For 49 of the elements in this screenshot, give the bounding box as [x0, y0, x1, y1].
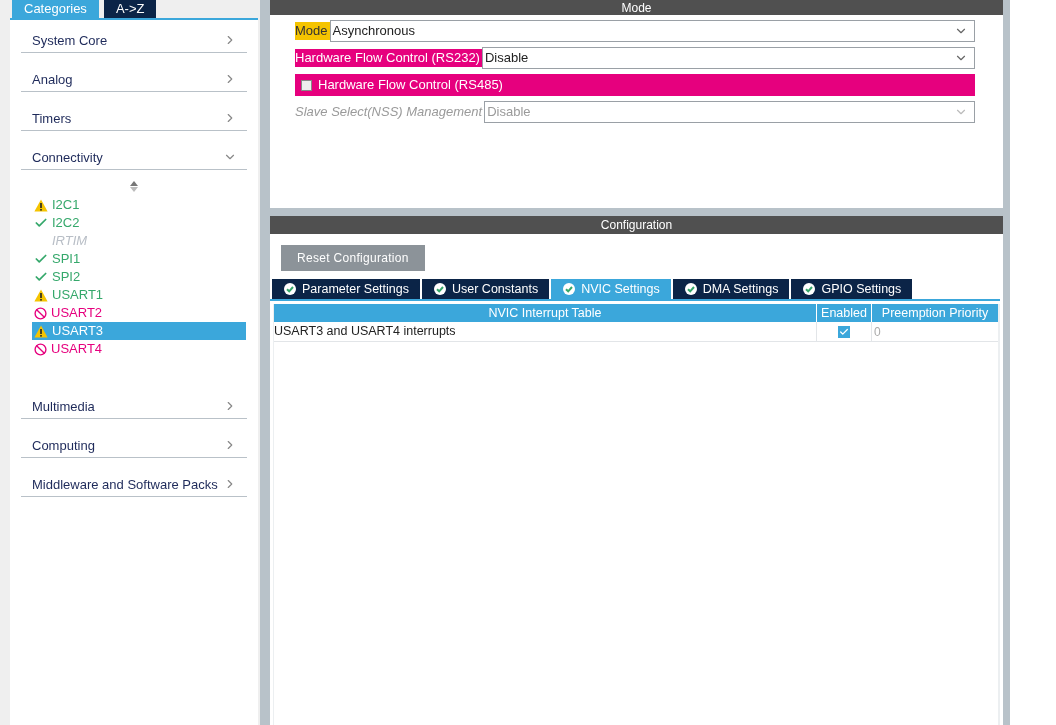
settings-tab[interactable]: Parameter Settings: [272, 279, 420, 299]
check-icon: [34, 270, 48, 284]
checkbox[interactable]: [838, 325, 850, 338]
sidebar-tab[interactable]: A->Z: [103, 0, 157, 18]
category-item[interactable]: Middleware and Software Packs: [21, 458, 247, 497]
category-label: Connectivity: [32, 149, 103, 167]
checkbox-row[interactable]: Hardware Flow Control (RS485): [295, 74, 975, 96]
check-circle-icon: [803, 283, 816, 295]
sort-icon: [130, 181, 138, 192]
column-header: NVIC Interrupt Table: [274, 304, 816, 322]
prohibited-icon: [34, 306, 47, 320]
check-circle-icon: [434, 283, 446, 295]
settings-tab[interactable]: User Constants: [422, 279, 550, 299]
settings-tab[interactable]: GPIO Settings: [791, 279, 913, 299]
settings-tab[interactable]: DMA Settings: [672, 279, 790, 299]
field-label: Slave Select(NSS) Management: [295, 103, 484, 121]
category-label: Timers: [32, 110, 72, 128]
field-label: Hardware Flow Control (RS232): [295, 49, 482, 67]
table-cell: USART3 and USART4 interrupts: [274, 322, 817, 341]
checkbox[interactable]: [301, 79, 312, 91]
dropdown[interactable]: Disable: [481, 47, 975, 69]
column-header: Enabled: [817, 304, 871, 322]
column-header: Preemption Priority: [872, 304, 998, 322]
check-icon: [34, 252, 48, 266]
peripheral-item[interactable]: USART4: [32, 340, 246, 358]
field-label: Mode: [295, 22, 330, 40]
warning-icon: [34, 198, 48, 212]
check-circle-icon: [563, 283, 576, 295]
dropdown[interactable]: Asynchronous: [329, 20, 975, 42]
category-label: Middleware and Software Packs: [32, 476, 218, 494]
table-cell-text: 0: [873, 323, 882, 341]
section-title: Configuration: [600, 217, 673, 234]
category-label: System Core: [32, 32, 108, 50]
check-circle-icon: [284, 283, 296, 295]
warning-icon: [34, 324, 48, 338]
check-circle-icon: [684, 283, 697, 295]
category-item[interactable]: Multimedia: [21, 380, 247, 419]
prohibited-icon: [34, 342, 47, 356]
peripheral-item[interactable]: USART2: [32, 304, 246, 322]
category-item[interactable]: Timers: [21, 92, 247, 131]
warning-icon: [34, 288, 48, 302]
check-icon: [34, 216, 48, 230]
category-item[interactable]: Computing: [21, 419, 247, 458]
category-label: Computing: [32, 437, 95, 455]
category-label: Multimedia: [32, 398, 95, 416]
category-item[interactable]: Connectivity: [21, 131, 247, 170]
category-item[interactable]: Analog: [21, 53, 247, 92]
section-title: Mode: [621, 0, 652, 15]
category-label: Analog: [32, 71, 73, 89]
